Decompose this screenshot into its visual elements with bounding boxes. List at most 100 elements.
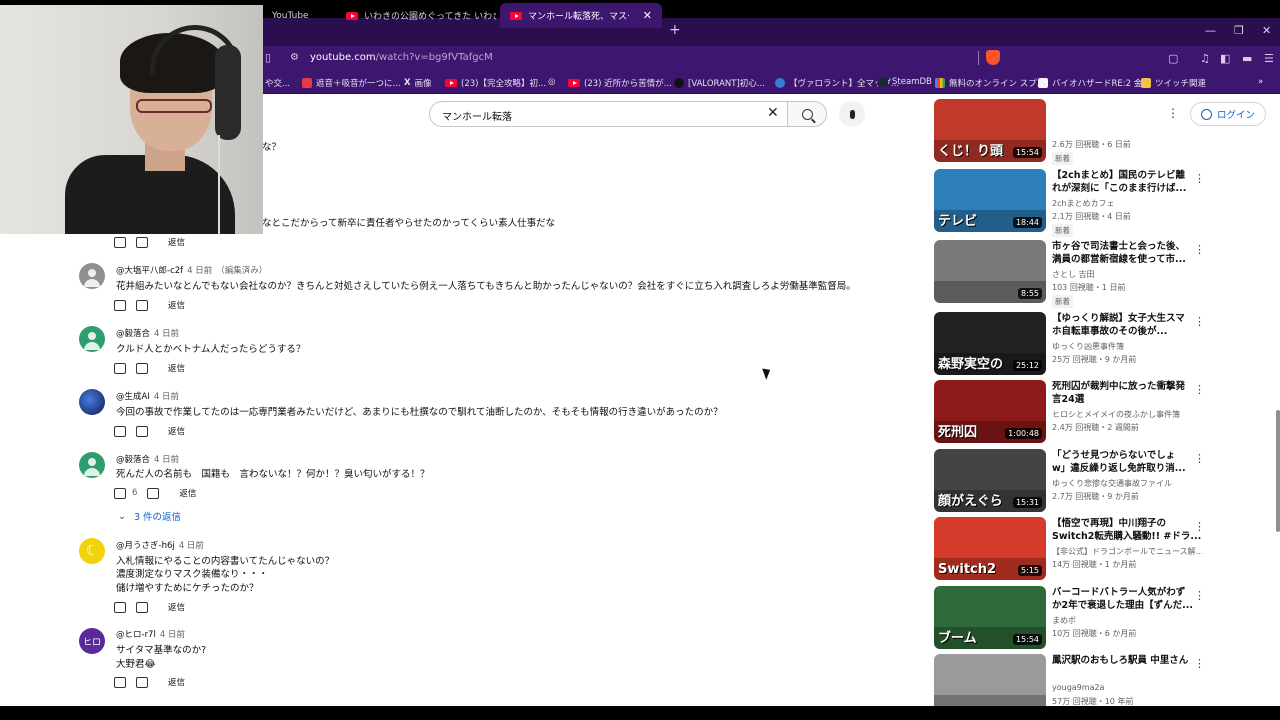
video-thumbnail[interactable]: ブーム 15:54 [934,586,1046,649]
screenshot-icon[interactable]: ▢ [1168,52,1178,65]
channel-name[interactable]: 【非公式】ドラゴンボールでニュース解... [1052,546,1202,557]
video-title[interactable]: バーコードバトラー人気がわず か2年で衰退した理由【ずんだ... [1052,586,1202,612]
menu-icon[interactable]: ☰ [1264,52,1274,65]
new-tab-button[interactable]: + [669,22,681,38]
video-menu-icon[interactable]: ⋮ [1194,520,1205,533]
dislike-icon[interactable] [136,601,148,613]
video-title[interactable]: 【2chまとめ】国民のテレビ離 れが深刻に「このまま行けば... [1052,169,1202,195]
dislike-icon[interactable] [136,676,148,688]
dislike-icon[interactable] [136,362,148,374]
reply-button[interactable]: 返信 [168,236,185,248]
reply-button[interactable]: 返信 [168,425,185,437]
restore-button[interactable]: ❐ [1234,24,1244,37]
comment-date[interactable]: 4 日前 [154,392,179,402]
bookmark-item[interactable]: バイオハザードRE:2 金... [1038,77,1150,89]
video-thumbnail[interactable]: 森野実空の 25:12 [934,312,1046,375]
bookmark-item[interactable]: 遮音＋吸音が一つに... [302,77,401,89]
recommendation-card[interactable]: 森野実空の 25:12 【ゆっくり解説】女子大生スマ ホ自転車事故のその後が... ゆっ… [934,312,1205,376]
like-icon[interactable] [114,362,126,374]
comment-date[interactable]: 4 日前 [160,630,185,640]
dislike-icon[interactable] [147,487,160,499]
reply-button[interactable]: 返信 [179,487,196,499]
bookmark-item[interactable]: SteamDB [878,77,932,87]
reply-button[interactable]: 返信 [168,676,185,688]
view-replies-button[interactable]: ⌄ 3 件の返信 [118,509,181,524]
avatar[interactable]: ☾ [79,538,105,564]
recommendation-card[interactable]: 8:55 市ヶ谷で司法書士と会った後、 満員の都営新宿線を使って市... さとし 吉田… [934,240,1205,308]
video-menu-icon[interactable]: ⋮ [1194,657,1205,670]
dislike-icon[interactable] [136,425,148,437]
comment-author[interactable]: @月うさぎ-h6j 4 日前 [116,539,204,551]
bookmark-item[interactable]: 無料のオンライン スプ... [935,77,1045,89]
minimize-button[interactable]: — [1205,24,1216,37]
video-thumbnail[interactable]: 死刑囚 1:00:48 [934,380,1046,443]
video-title[interactable]: 死刑囚が裁判中に放った衝撃発 言24選 [1052,380,1202,406]
channel-name[interactable]: さとし 吉田 [1052,269,1202,280]
brave-shield-icon[interactable] [986,50,1000,65]
author-handle[interactable]: @生成AI [116,392,150,402]
bookmark-item[interactable]: ◎ [548,77,555,87]
comment-author[interactable]: @毅落合 4 日前 [116,327,179,339]
bookmark-item[interactable]: (23)【完全攻略】初... [445,77,546,89]
site-settings-icon[interactable]: ⚙ [290,52,299,63]
channel-name[interactable]: まめボ [1052,615,1202,626]
tab-manhole-active[interactable]: マンホール転落死、マスクを用意して ✕ [500,3,662,28]
video-thumbnail[interactable]: 顔がえぐら 15:31 [934,449,1046,512]
comment-author[interactable]: @ヒロ-r7l 4 日前 [116,628,185,640]
bookmark-item[interactable]: X 画像 [404,77,432,89]
bookmark-folder[interactable]: ツイッチ関連 [1141,77,1206,89]
avatar[interactable]: ヒロ [79,628,105,654]
media-icon[interactable]: ♫ [1200,52,1210,65]
channel-name[interactable]: ヒロシとメイメイの夜ふかし事件簿 [1052,409,1202,420]
bookmark-item[interactable]: (23) 近所から苦情が... [568,77,672,89]
author-handle[interactable]: @大塩平八郎-c2f [116,266,183,276]
tab-youtube[interactable]: YouTube [262,3,342,28]
close-tab-icon[interactable]: ✕ [643,9,652,22]
comment-date[interactable]: 4 日前 [187,266,212,276]
wallet-icon[interactable]: ▬ [1242,52,1252,65]
video-menu-icon[interactable]: ⋮ [1194,172,1205,185]
like-icon[interactable] [114,236,126,248]
video-thumbnail[interactable]: Switch2 5:15 [934,517,1046,580]
video-thumbnail[interactable]: くじ！り頭 15:54 [934,99,1046,162]
comment-date[interactable]: 4 日前 [179,541,204,551]
video-title[interactable]: 「どうせ見つからないでしょ w」違反繰り返し免許取り消... [1052,449,1202,475]
author-handle[interactable]: @毅落合 [116,455,150,465]
comment-date[interactable]: 4 日前 [154,455,179,465]
like-icon[interactable] [114,601,126,613]
bookmark-icon[interactable]: ▯ [265,51,271,64]
channel-name[interactable]: 2chまとめカフェ [1052,198,1202,209]
reply-button[interactable]: 返信 [168,299,185,311]
voice-search-button[interactable] [839,101,865,127]
like-icon[interactable] [114,299,126,311]
avatar[interactable] [79,389,105,415]
tab-iwaki-park[interactable]: いわきの公園めぐってきた いわき公園 21 [336,3,496,28]
channel-name[interactable]: ゆっくり凶悪事件簿 [1052,341,1202,352]
channel-name[interactable]: youga9ma2a [1052,683,1202,692]
author-handle[interactable]: @ヒロ-r7l [116,630,156,640]
bookmark-item[interactable]: や交... [265,77,290,89]
channel-name[interactable]: ゆっくり悲惨な交通事故ファイル [1052,478,1202,489]
video-menu-icon[interactable]: ⋮ [1194,452,1205,465]
video-menu-icon[interactable]: ⋮ [1194,243,1205,256]
recommendation-card[interactable]: テレビ 18:44 【2chまとめ】国民のテレビ離 れが深刻に「このまま行けば... 2… [934,169,1205,237]
search-input[interactable]: マンホール転落 [429,101,787,127]
video-title[interactable]: 【悟空で再現】中川翔子の Switch2転売購入騒動!! #ドラ... [1052,517,1202,543]
video-title[interactable]: 鳳沢駅のおもしろ駅員 中里さん [1052,654,1202,667]
sidebar-icon[interactable]: ◧ [1220,52,1230,65]
clear-search-icon[interactable]: ✕ [767,105,779,121]
window-close-button[interactable]: ✕ [1262,24,1271,37]
dislike-icon[interactable] [136,299,148,311]
reply-button[interactable]: 返信 [168,601,185,613]
video-menu-icon[interactable]: ⋮ [1194,383,1205,396]
video-thumbnail[interactable]: 8:55 [934,240,1046,303]
comment-author[interactable]: @大塩平八郎-c2f 4 日前 （編集済み） [116,264,267,276]
avatar[interactable] [79,326,105,352]
url-field[interactable]: youtube.com/watch?v=bg9fVTafgcM [310,52,493,63]
avatar[interactable] [79,263,105,289]
video-title[interactable]: 市ヶ谷で司法書士と会った後、 満員の都営新宿線を使って市... [1052,240,1202,266]
dislike-icon[interactable] [136,236,148,248]
search-button[interactable] [787,101,827,127]
scrollbar-thumb[interactable] [1276,410,1280,532]
comment-date[interactable]: 4 日前 [154,329,179,339]
